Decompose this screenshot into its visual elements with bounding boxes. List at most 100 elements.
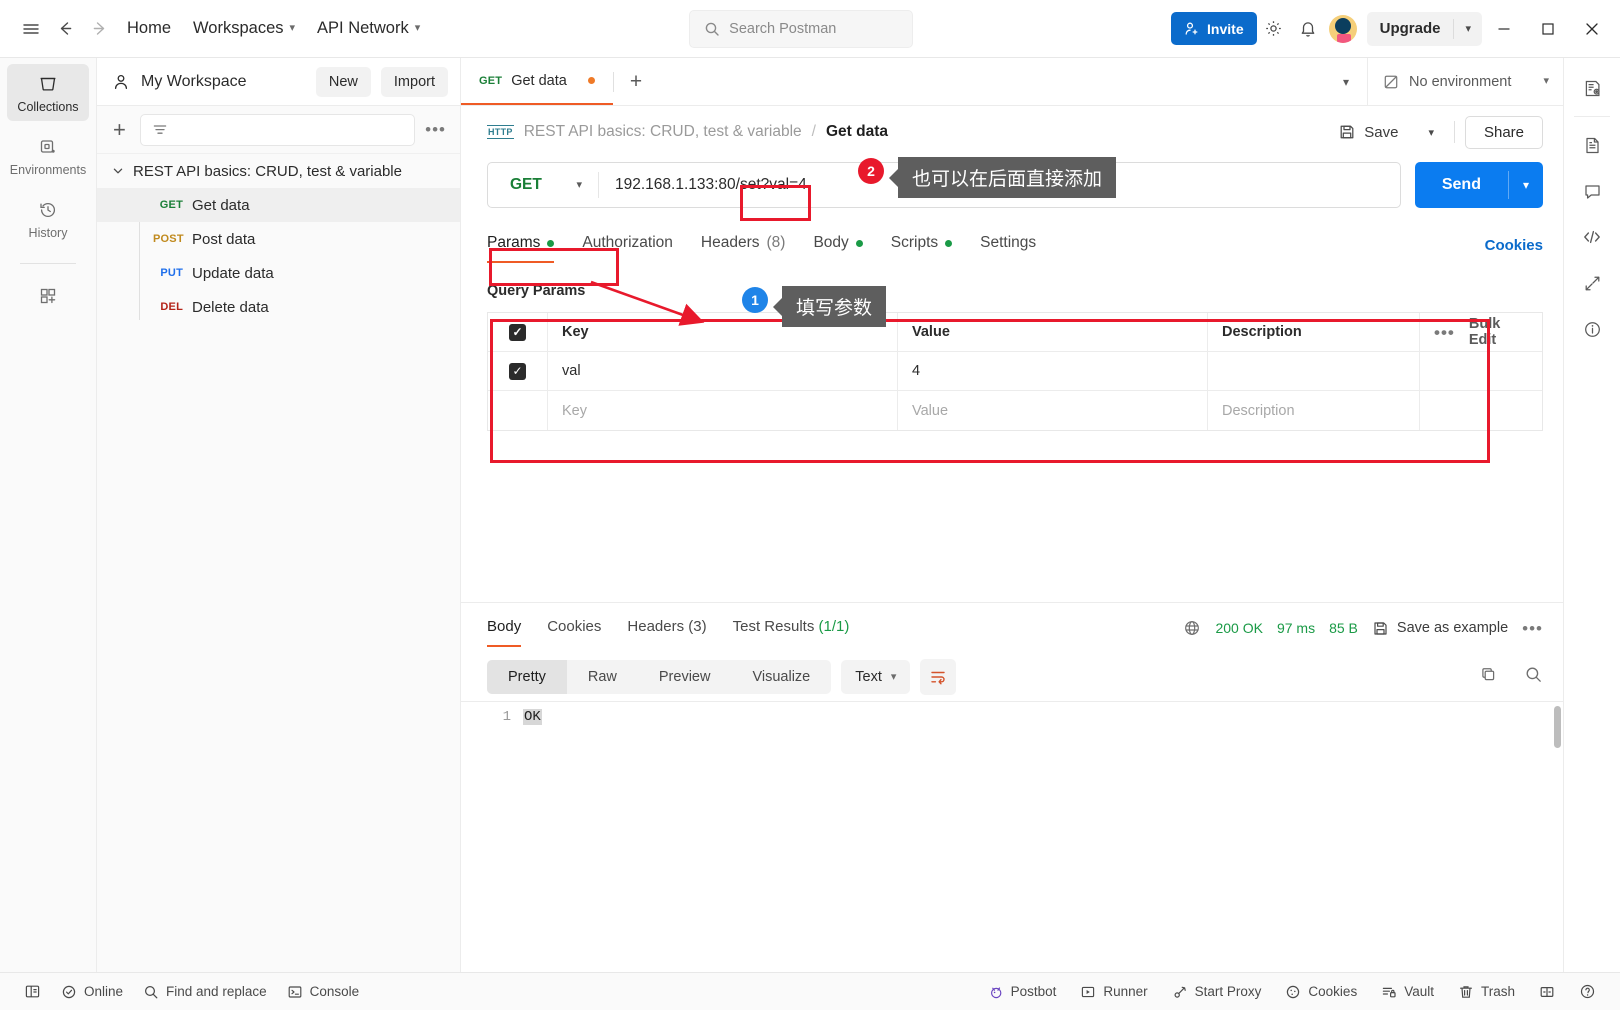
copy-icon[interactable] — [1479, 665, 1498, 689]
tab-list-chevron-down-icon[interactable]: ▾ — [1325, 58, 1367, 105]
sidebar-item-collections[interactable]: Collections — [7, 64, 89, 121]
tab-get-data[interactable]: GET Get data — [461, 58, 613, 105]
param-key-input[interactable]: Key — [548, 391, 898, 430]
gear-icon[interactable] — [1257, 12, 1291, 46]
more-options-icon[interactable]: ••• — [1434, 324, 1455, 341]
collection-row[interactable]: REST API basics: CRUD, test & variable — [97, 154, 460, 188]
format-raw[interactable]: Raw — [567, 660, 638, 694]
more-options-icon[interactable]: ••• — [425, 121, 446, 138]
documentation-preview-icon[interactable] — [1572, 68, 1612, 108]
add-module-icon[interactable] — [7, 276, 89, 314]
save-as-example-button[interactable]: Save as example — [1372, 620, 1508, 637]
param-description-input[interactable]: Description — [1208, 391, 1420, 430]
request-item-get-data[interactable]: GET Get data — [97, 188, 460, 222]
arrow-right-icon[interactable] — [82, 12, 116, 46]
help-icon[interactable] — [1569, 978, 1606, 1005]
documentation-icon[interactable] — [1572, 125, 1612, 165]
globe-icon[interactable] — [1183, 619, 1201, 637]
api-network-menu[interactable]: API Network ▾ — [306, 13, 431, 44]
wrap-lines-icon[interactable] — [920, 659, 957, 695]
close-icon[interactable] — [1570, 9, 1614, 49]
tab-label: Headers — [627, 617, 685, 635]
bell-icon[interactable] — [1291, 12, 1325, 46]
param-value-input[interactable]: 4 — [898, 352, 1208, 390]
minimize-icon[interactable] — [1482, 9, 1526, 49]
format-preview[interactable]: Preview — [638, 660, 732, 694]
new-tab-plus-icon[interactable]: + — [614, 58, 658, 105]
tab-settings[interactable]: Settings — [980, 228, 1036, 263]
find-and-replace-button[interactable]: Find and replace — [133, 979, 277, 1005]
format-pretty[interactable]: Pretty — [487, 660, 567, 694]
send-button[interactable]: Send ▾ — [1414, 162, 1543, 208]
tab-headers[interactable]: Headers (8) — [701, 228, 786, 263]
response-tab-test-results[interactable]: Test Results (1/1) — [733, 610, 850, 647]
divider — [1574, 116, 1610, 117]
param-key-input[interactable]: val — [548, 352, 898, 390]
maximize-icon[interactable] — [1526, 9, 1570, 49]
send-chevron-down-icon[interactable]: ▾ — [1509, 162, 1543, 208]
avatar[interactable] — [1328, 14, 1357, 43]
tab-authorization[interactable]: Authorization — [582, 228, 672, 263]
more-options-icon[interactable]: ••• — [1522, 620, 1543, 637]
param-value-input[interactable]: Value — [898, 391, 1208, 430]
tab-scripts[interactable]: Scripts — [891, 228, 953, 263]
content-type-selector[interactable]: Text ▾ — [841, 660, 911, 694]
runner-button[interactable]: Runner — [1070, 979, 1157, 1005]
chevron-down-icon: ▾ — [1543, 75, 1549, 87]
info-icon[interactable] — [1572, 309, 1612, 349]
new-button[interactable]: New — [315, 66, 371, 97]
request-item-post-data[interactable]: POST Post data — [97, 222, 460, 256]
console-button[interactable]: Console — [277, 979, 370, 1005]
row-checkbox[interactable] — [488, 391, 548, 430]
home-link[interactable]: Home — [116, 13, 182, 44]
sidebar-item-history[interactable]: History — [7, 190, 89, 247]
environment-selector[interactable]: No environment ▾ — [1367, 58, 1563, 105]
sidebar-item-environments[interactable]: Environments — [7, 127, 89, 184]
online-status[interactable]: Online — [51, 979, 133, 1005]
invite-button[interactable]: Invite — [1171, 12, 1257, 45]
tab-body[interactable]: Body — [813, 228, 863, 263]
postbot-button[interactable]: Postbot — [978, 979, 1067, 1005]
fork-changes-icon[interactable] — [1572, 263, 1612, 303]
row-checkbox[interactable] — [488, 352, 548, 390]
method-badge: GET — [479, 74, 503, 87]
menu-icon[interactable] — [14, 12, 48, 46]
method-selector[interactable]: GET ▾ — [488, 163, 598, 207]
code-snippet-icon[interactable] — [1572, 217, 1612, 257]
layout-icon[interactable] — [1529, 979, 1565, 1005]
param-description-input[interactable] — [1208, 352, 1420, 390]
cookies-link[interactable]: Cookies — [1485, 237, 1543, 254]
trash-button[interactable]: Trash — [1448, 979, 1525, 1005]
request-item-delete-data[interactable]: DEL Delete data — [97, 290, 460, 324]
start-proxy-button[interactable]: Start Proxy — [1162, 979, 1272, 1005]
request-item-update-data[interactable]: PUT Update data — [97, 256, 460, 290]
collections-filter-input[interactable] — [139, 113, 416, 146]
response-tab-body[interactable]: Body — [487, 610, 522, 647]
save-button[interactable]: Save — [1328, 117, 1408, 147]
column-header-value: Value — [898, 313, 1208, 351]
search-icon[interactable] — [1524, 665, 1543, 689]
format-visualize[interactable]: Visualize — [731, 660, 831, 694]
sidebar-toggle-icon[interactable] — [14, 978, 51, 1005]
select-all-checkbox[interactable] — [488, 313, 548, 351]
share-button[interactable]: Share — [1464, 115, 1543, 149]
arrow-left-icon[interactable] — [48, 12, 82, 46]
response-body[interactable]: 1 OK — [461, 701, 1563, 972]
save-chevron-down-icon[interactable]: ▾ — [1418, 120, 1444, 145]
response-tab-headers[interactable]: Headers (3) — [627, 610, 706, 647]
breadcrumb-collection[interactable]: REST API basics: CRUD, test & variable — [524, 123, 802, 141]
response-tab-cookies[interactable]: Cookies — [547, 610, 601, 647]
bulk-edit-button[interactable]: Bulk Edit — [1469, 316, 1528, 348]
import-button[interactable]: Import — [380, 66, 448, 97]
comments-icon[interactable] — [1572, 171, 1612, 211]
workspace-name[interactable]: My Workspace — [141, 73, 306, 91]
upgrade-chevron-down-icon[interactable]: ▾ — [1454, 22, 1482, 35]
tab-params[interactable]: Params — [487, 228, 555, 263]
cookies-button[interactable]: Cookies — [1275, 979, 1367, 1005]
vault-button[interactable]: Vault — [1371, 979, 1444, 1005]
vertical-scrollbar[interactable] — [1554, 706, 1561, 748]
upgrade-button[interactable]: Upgrade — [1367, 20, 1454, 37]
workspaces-menu[interactable]: Workspaces ▾ — [182, 13, 306, 44]
plus-icon[interactable]: + — [109, 118, 130, 141]
search-input[interactable]: Search Postman — [689, 9, 914, 48]
